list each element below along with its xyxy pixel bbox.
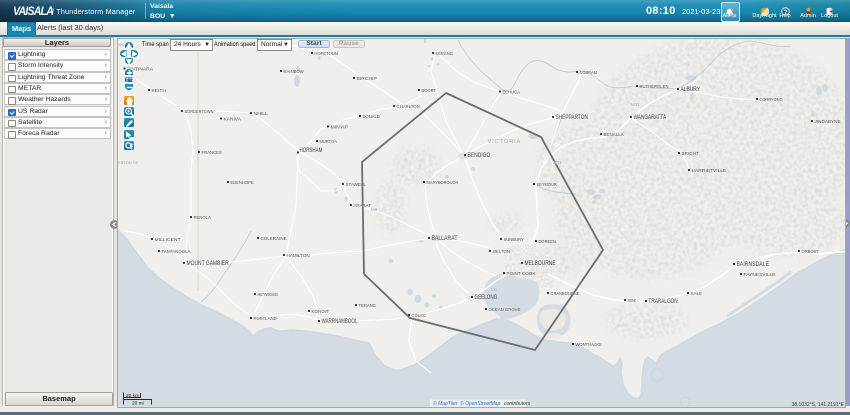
svg-text:contributors: contributors <box>504 401 531 407</box>
svg-text:WARRNAMBOOL: WARRNAMBOOL <box>322 318 358 325</box>
svg-text:38.1032°S, 141.2191°E: 38.1032°S, 141.2191°E <box>792 402 845 407</box>
svg-text:BENDIGO: BENDIGO <box>468 152 491 159</box>
svg-text:TRARALGON: TRARALGON <box>649 298 678 305</box>
svg-text:HEYWOOD: HEYWOOD <box>258 292 279 298</box>
svg-text:KEITH: KEITH <box>152 88 167 94</box>
svg-text:BOORT: BOORT <box>422 88 437 94</box>
svg-text:BAIRNSDALE: BAIRNSDALE <box>737 261 770 268</box>
svg-text:M31: M31 <box>631 102 640 107</box>
svg-text:SALE: SALE <box>691 291 703 297</box>
svg-text:MOUNT GAMBIER: MOUNT GAMBIER <box>187 260 230 267</box>
svg-text:BORDERTOWN: BORDERTOWN <box>185 109 214 115</box>
svg-text:COBRAM: COBRAM <box>580 70 597 76</box>
svg-text:M8: M8 <box>371 207 378 212</box>
svg-text:SEYMOUR: SEYMOUR <box>537 182 558 188</box>
svg-text:ESTON SE: ESTON SE <box>118 160 138 165</box>
svg-text:TANTANOOLA: TANTANOOLA <box>162 249 192 255</box>
svg-text:20 km: 20 km <box>126 393 139 399</box>
svg-text:BRIGHT: BRIGHT <box>682 151 699 157</box>
svg-text:KOROIT: KOROIT <box>312 309 329 315</box>
svg-text:MURTOA: MURTOA <box>320 139 338 145</box>
svg-text:MOE: MOE <box>628 298 637 304</box>
svg-text:TERANG: TERANG <box>359 303 377 309</box>
svg-text:M31: M31 <box>553 160 562 165</box>
svg-text:CORRYONG: CORRYONG <box>760 97 783 103</box>
svg-text:DOREEN: DOREEN <box>539 239 557 245</box>
svg-text:MILLICENT: MILLICENT <box>155 237 181 243</box>
svg-text:MINYIP: MINYIP <box>331 125 348 131</box>
svg-text:RUTHERGLEN: RUTHERGLEN <box>640 84 669 90</box>
svg-text:ECHUCA: ECHUCA <box>503 90 521 96</box>
svg-text:VICTORIA: VICTORIA <box>488 139 522 145</box>
svg-text:RAINBOW: RAINBOW <box>284 69 305 75</box>
svg-text:MELBOURNE: MELBOURNE <box>525 260 557 267</box>
svg-text:CHARLTON: CHARLTON <box>397 104 421 110</box>
svg-text:HAMILTON: HAMILTON <box>287 253 311 259</box>
svg-text:HORSHAM: HORSHAM <box>300 147 323 154</box>
svg-text:ARARAT: ARARAT <box>354 203 371 209</box>
svg-text:SUNBURY: SUNBURY <box>504 237 525 243</box>
svg-text:FRANCES: FRANCES <box>202 150 222 156</box>
svg-text:HOPETOUN: HOPETOUN <box>315 51 339 57</box>
svg-text:WANGARATTA: WANGARATTA <box>634 114 667 121</box>
svg-text:WONTHAGGI: WONTHAGGI <box>576 342 602 348</box>
svg-text:CRANBOURNE: CRANBOURNE <box>551 291 580 297</box>
svg-text:BALLARAT: BALLARAT <box>432 235 458 242</box>
svg-text:HARRIETVILLE: HARRIETVILLE <box>692 168 727 174</box>
svg-text:JINDABYNE: JINDABYNE <box>815 119 841 125</box>
svg-text:KANIVA: KANIVA <box>224 117 242 123</box>
svg-text:COLERAINE: COLERAINE <box>261 236 287 242</box>
svg-text:COLAC: COLAC <box>412 313 427 319</box>
svg-text:MARYBOROUGH: MARYBOROUGH <box>427 180 459 186</box>
svg-text:BENALLA: BENALLA <box>604 132 625 138</box>
svg-text:PAYNESVILLE: PAYNESVILLE <box>744 272 776 278</box>
svg-text:POINT COOK: POINT COOK <box>507 271 537 277</box>
svg-text:ORBOST: ORBOST <box>802 249 819 255</box>
svg-text:© OpenStreetMap: © OpenStreetMap <box>460 400 501 407</box>
svg-text:MELTON: MELTON <box>493 249 511 255</box>
svg-text:KERANG: KERANG <box>436 51 454 57</box>
svg-text:© MapTiler: © MapTiler <box>433 400 458 407</box>
svg-text:GEELONG: GEELONG <box>475 294 498 301</box>
svg-text:M1: M1 <box>491 287 498 292</box>
svg-text:PENOLA: PENOLA <box>194 215 212 221</box>
svg-text:SHEPPARTON: SHEPPARTON <box>556 114 589 121</box>
svg-text:EDENHOPE: EDENHOPE <box>231 180 254 186</box>
svg-text:OCEAN GROVE: OCEAN GROVE <box>489 307 521 313</box>
svg-text:STAWELL: STAWELL <box>346 182 367 188</box>
svg-text:PORTLAND: PORTLAND <box>254 316 278 322</box>
svg-text:ALBURY: ALBURY <box>681 86 701 93</box>
svg-text:DONALD: DONALD <box>363 114 381 120</box>
svg-text:BIRCHIP: BIRCHIP <box>357 76 377 82</box>
svg-text:NHILL: NHILL <box>254 111 269 117</box>
svg-text:20 mi: 20 mi <box>132 401 144 407</box>
